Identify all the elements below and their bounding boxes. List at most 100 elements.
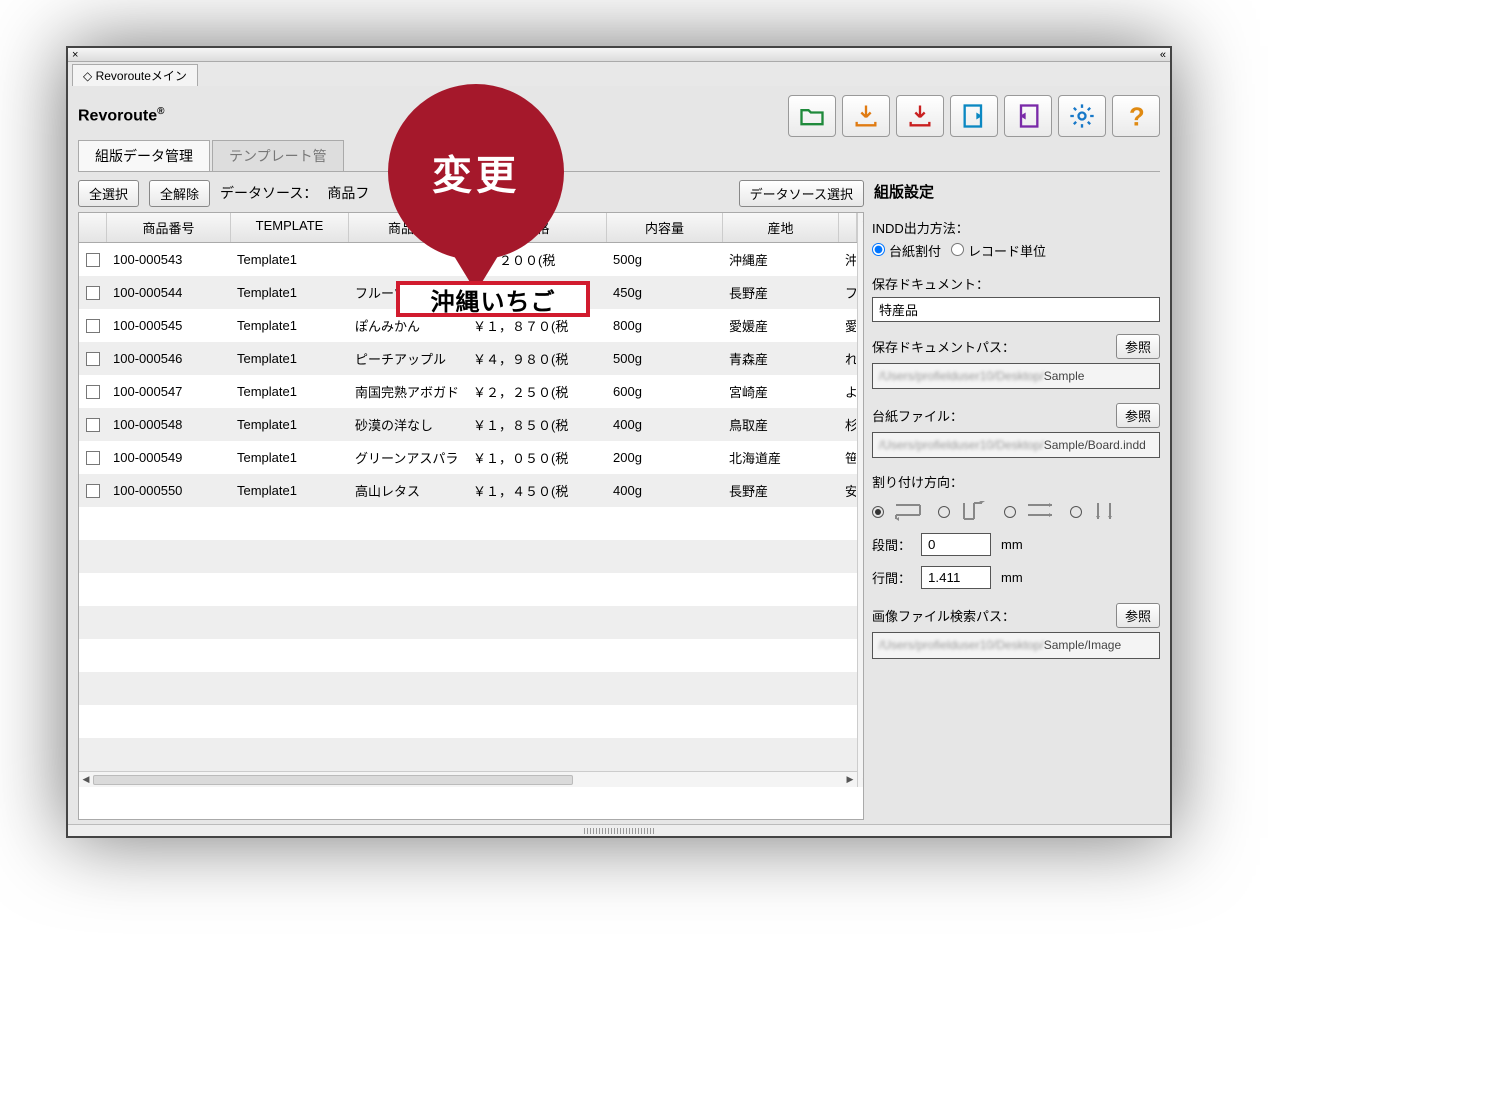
datasource-select-button[interactable]: データソース選択 [739, 180, 864, 207]
row-checkbox[interactable] [86, 451, 100, 465]
cell-extra[interactable]: 安 [839, 481, 857, 500]
save-doc-path[interactable]: /Users/profielduser10/Desktop/Sample [872, 363, 1160, 389]
row-checkbox[interactable] [86, 253, 100, 267]
board-file-path[interactable]: /Users/profielduser10/Desktop/Sample/Boa… [872, 432, 1160, 458]
cell-extra[interactable]: 杉 [839, 415, 857, 434]
radio-board-layout[interactable]: 台紙割付 [872, 241, 941, 260]
cell-template[interactable]: Template1 [231, 450, 349, 465]
img-search-path[interactable]: /Users/profielduser10/Desktop/Sample/Ima… [872, 632, 1160, 658]
cell-product-name[interactable]: 砂漠の洋なし [349, 415, 467, 434]
browse-board-button[interactable]: 参照 [1116, 403, 1160, 428]
horizontal-scrollbar[interactable]: ◀▶ [79, 771, 857, 787]
cell-origin[interactable]: 北海道産 [723, 448, 839, 467]
cell-extra[interactable]: よ [839, 382, 857, 401]
col-product-name[interactable]: 商品名 [349, 213, 467, 242]
browse-savedoc-button[interactable]: 参照 [1116, 334, 1160, 359]
cell-price[interactable]: ￥１，８７０(税 [467, 316, 607, 335]
cell-product-id[interactable]: 100-000550 [107, 483, 231, 498]
direction-options[interactable] [872, 501, 1160, 523]
cell-template[interactable]: Template1 [231, 252, 349, 267]
col-product-id[interactable]: 商品番号 [107, 213, 231, 242]
cell-origin[interactable]: 鳥取産 [723, 415, 839, 434]
cell-product-id[interactable]: 100-000549 [107, 450, 231, 465]
cell-origin[interactable]: 愛媛産 [723, 316, 839, 335]
page-forward-button[interactable] [950, 95, 998, 137]
cell-product-name[interactable]: ピーチアップル [349, 349, 467, 368]
vertical-scrollbar[interactable]: ▲▼ [857, 213, 864, 787]
row-checkbox[interactable] [86, 352, 100, 366]
table-row[interactable]: 100-000549Template1グリーンアスパラ￥１，０５０(税200g北… [79, 441, 857, 474]
cell-volume[interactable]: 500g [607, 252, 723, 267]
cell-origin[interactable]: 長野産 [723, 481, 839, 500]
row-checkbox[interactable] [86, 418, 100, 432]
help-button[interactable]: ? [1112, 95, 1160, 137]
cell-product-id[interactable]: 100-000544 [107, 285, 231, 300]
tab-template[interactable]: テンプレート管 [212, 140, 344, 171]
cell-template[interactable]: Template1 [231, 318, 349, 333]
cell-template[interactable]: Template1 [231, 351, 349, 366]
cell-volume[interactable]: 500g [607, 351, 723, 366]
cell-price[interactable]: ￥１，４５０(税 [467, 481, 607, 500]
cell-volume[interactable]: 400g [607, 417, 723, 432]
open-folder-button[interactable] [788, 95, 836, 137]
settings-button[interactable] [1058, 95, 1106, 137]
cell-volume[interactable]: 200g [607, 450, 723, 465]
page-back-button[interactable] [1004, 95, 1052, 137]
cell-product-id[interactable]: 100-000546 [107, 351, 231, 366]
cell-extra[interactable]: フ [839, 283, 857, 302]
cell-product-name[interactable]: ぽんみかん [349, 316, 467, 335]
table-row[interactable]: 100-000545Template1ぽんみかん￥１，８７０(税800g愛媛産愛 [79, 309, 857, 342]
row-checkbox[interactable] [86, 484, 100, 498]
window-tab[interactable]: ◇ Revorouteメイン [72, 64, 198, 86]
table-row[interactable]: 100-000548Template1砂漠の洋なし￥１，８５０(税400g鳥取産… [79, 408, 857, 441]
close-icon[interactable]: × [72, 49, 78, 61]
cell-product-name[interactable]: 南国完熟アボガド [349, 382, 467, 401]
cell-origin[interactable]: 沖縄産 [723, 250, 839, 269]
cell-volume[interactable]: 450g [607, 285, 723, 300]
cell-volume[interactable]: 600g [607, 384, 723, 399]
row-checkbox[interactable] [86, 385, 100, 399]
cell-volume[interactable]: 800g [607, 318, 723, 333]
cell-product-name[interactable]: 高山レタス [349, 481, 467, 500]
table-row[interactable]: 100-000543Template1 ２００(税500g沖縄産沖 [79, 243, 857, 276]
cell-extra[interactable]: れ [839, 349, 857, 368]
cell-origin[interactable]: 青森産 [723, 349, 839, 368]
col-volume[interactable]: 内容量 [607, 213, 723, 242]
table-row[interactable]: 100-000547Template1南国完熟アボガド￥２，２５０(税600g宮… [79, 375, 857, 408]
export-button[interactable] [896, 95, 944, 137]
cell-template[interactable]: Template1 [231, 417, 349, 432]
cell-product-id[interactable]: 100-000548 [107, 417, 231, 432]
cell-template[interactable]: Template1 [231, 384, 349, 399]
row-checkbox[interactable] [86, 319, 100, 333]
cell-extra[interactable]: 笹 [839, 448, 857, 467]
cell-price[interactable]: ￥１，８５０(税 [467, 415, 607, 434]
radio-record-unit[interactable]: レコード単位 [951, 241, 1046, 260]
table-row[interactable]: 100-000550Template1高山レタス￥１，４５０(税400g長野産安 [79, 474, 857, 507]
cell-volume[interactable]: 400g [607, 483, 723, 498]
cell-extra[interactable]: 沖 [839, 250, 857, 269]
cell-price[interactable]: ￥２，８００(税 [467, 283, 607, 302]
cell-price[interactable]: ２００(税 [467, 250, 607, 269]
col-origin[interactable]: 産地 [723, 213, 839, 242]
cell-product-id[interactable]: 100-000545 [107, 318, 231, 333]
cell-template[interactable]: Template1 [231, 483, 349, 498]
expand-icon[interactable]: « [1160, 49, 1166, 61]
table-row[interactable]: 100-000544Template1フルーツ赤かぶ￥２，８００(税450g長野… [79, 276, 857, 309]
cell-price[interactable]: ￥２，２５０(税 [467, 382, 607, 401]
cell-extra[interactable]: 愛 [839, 316, 857, 335]
col-gap-input[interactable] [921, 533, 991, 556]
col-template[interactable]: TEMPLATE [231, 213, 349, 242]
cell-product-id[interactable]: 100-000543 [107, 252, 231, 267]
cell-origin[interactable]: 宮崎産 [723, 382, 839, 401]
clear-all-button[interactable]: 全解除 [149, 180, 210, 207]
cell-template[interactable]: Template1 [231, 285, 349, 300]
row-checkbox[interactable] [86, 286, 100, 300]
row-gap-input[interactable] [921, 566, 991, 589]
cell-price[interactable]: ￥１，０５０(税 [467, 448, 607, 467]
tab-data-management[interactable]: 組版データ管理 [78, 140, 210, 171]
import-button[interactable] [842, 95, 890, 137]
col-price[interactable]: 価格 [467, 213, 607, 242]
table-row[interactable]: 100-000546Template1ピーチアップル￥４，９８０(税500g青森… [79, 342, 857, 375]
select-all-button[interactable]: 全選択 [78, 180, 139, 207]
save-doc-input[interactable] [872, 297, 1160, 322]
